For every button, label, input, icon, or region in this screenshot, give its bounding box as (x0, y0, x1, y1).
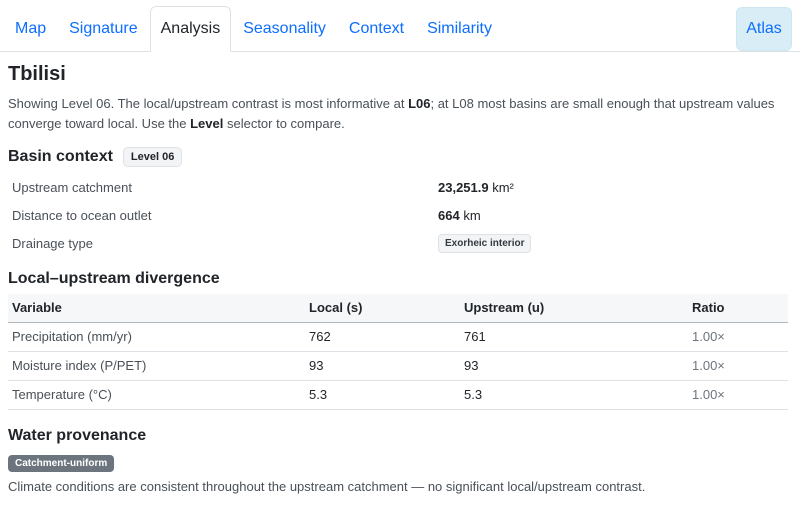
tab-analysis[interactable]: Analysis (149, 6, 232, 52)
intro-part-1: Showing Level 06. The local/upstream con… (8, 96, 409, 111)
context-value: Exorheic interior (438, 233, 532, 253)
tab-context[interactable]: Context (338, 6, 415, 51)
column-header-variable: Variable (8, 294, 305, 323)
cell-local: 93 (305, 351, 460, 381)
basin-context-heading: Basin context Level 06 (8, 147, 792, 167)
context-label: Drainage type (12, 235, 93, 251)
context-label: Upstream catchment (12, 179, 132, 195)
tab-signature[interactable]: Signature (58, 6, 149, 51)
provenance-heading: Water provenance (8, 426, 147, 444)
context-row-drainage-type: Drainage type Exorheic interior (8, 229, 792, 257)
cell-upstream: 761 (460, 322, 688, 352)
atlas-button[interactable]: Atlas (736, 7, 792, 51)
intro-part-3: selector to compare. (223, 116, 345, 131)
drainage-type-chip: Exorheic interior (438, 233, 532, 253)
basin-context-title: Basin context (8, 148, 113, 165)
column-header-ratio: Ratio (688, 294, 788, 323)
context-unit: km² (488, 179, 514, 195)
context-value: 23,251.9 km² (438, 180, 514, 195)
intro-level-selector-ref: Level (190, 116, 224, 131)
table-row: Precipitation (mm/yr) 762 761 1.00× (8, 322, 788, 352)
cell-upstream: 93 (460, 351, 688, 381)
intro-level-highlight: L06 (408, 96, 431, 111)
cell-variable: Moisture index (P/PET) (8, 351, 305, 381)
context-number: 23,251.9 (438, 179, 489, 195)
level-badge: Level 06 (122, 147, 183, 167)
context-value: 664 km (438, 208, 481, 223)
cell-local: 762 (305, 322, 460, 352)
divergence-table: Variable Local (s) Upstream (u) Ratio Pr… (8, 294, 788, 410)
provenance-badge-wrap: Catchment-uniform (8, 453, 792, 472)
divergence-heading: Local–upstream divergence (8, 270, 220, 287)
tab-seasonality[interactable]: Seasonality (232, 6, 337, 51)
page-title: Tbilisi (8, 63, 66, 85)
column-header-upstream: Upstream (u) (460, 294, 688, 323)
tab-similarity[interactable]: Similarity (416, 6, 503, 51)
context-row-distance-to-outlet: Distance to ocean outlet 664 km (8, 201, 792, 229)
context-label: Distance to ocean outlet (12, 207, 152, 223)
cell-upstream: 5.3 (460, 380, 688, 410)
tab-bar: Map Signature Analysis Seasonality Conte… (0, 0, 800, 52)
cell-ratio: 1.00× (688, 351, 788, 381)
provenance-badge: Catchment-uniform (8, 454, 115, 472)
table-row: Moisture index (P/PET) 93 93 1.00× (8, 351, 788, 381)
tab-map[interactable]: Map (4, 6, 57, 51)
cell-local: 5.3 (305, 380, 460, 410)
basin-context-list: Upstream catchment 23,251.9 km² Distance… (8, 173, 792, 257)
column-header-local: Local (s) (305, 294, 460, 323)
intro-text: Showing Level 06. The local/upstream con… (8, 94, 792, 134)
table-header-row: Variable Local (s) Upstream (u) Ratio (8, 294, 788, 323)
cell-variable: Precipitation (mm/yr) (8, 322, 305, 352)
context-unit: km (459, 207, 481, 223)
table-row: Temperature (°C) 5.3 5.3 1.00× (8, 380, 788, 410)
context-number: 664 (438, 207, 460, 223)
cell-ratio: 1.00× (688, 380, 788, 410)
analysis-panel: Tbilisi Showing Level 06. The local/upst… (0, 62, 800, 495)
context-row-upstream-catchment: Upstream catchment 23,251.9 km² (8, 173, 792, 201)
provenance-text: Climate conditions are consistent throug… (8, 478, 646, 494)
cell-variable: Temperature (°C) (8, 380, 305, 410)
cell-ratio: 1.00× (688, 322, 788, 352)
